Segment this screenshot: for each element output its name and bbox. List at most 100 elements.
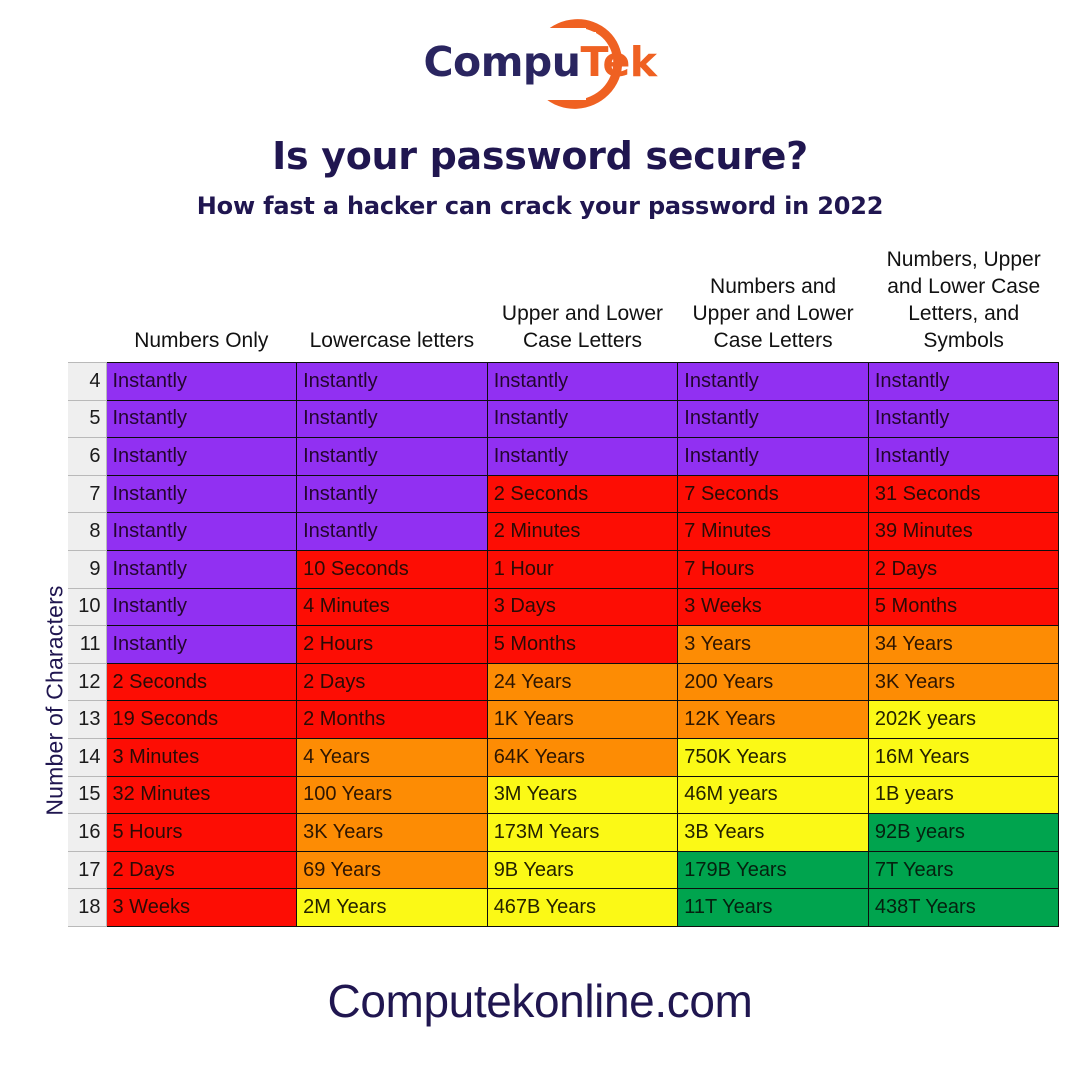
crack-time-cell: 179B Years (677, 850, 869, 890)
crack-time-cell: 2 Months (296, 700, 488, 739)
crack-time-cell: 3M Years (486, 775, 679, 815)
crack-time-cell: Instantly (105, 587, 298, 627)
table-row: 10 Instantly 4 Minutes 3 Days 3 Weeks 5 Month… (68, 587, 1060, 627)
crack-time-cell: 3 Minutes (105, 737, 298, 777)
table-row: 18 3 Weeks 2M Years 467B Years 11T Years 438T… (68, 888, 1060, 927)
row-header-char-count: 12 (68, 662, 107, 702)
column-header-upper-lower-case-letters: Upper and Lower Case Letters (487, 246, 678, 363)
crack-time-cell: 3 Weeks (105, 888, 298, 927)
crack-time-cell: 4 Minutes (296, 587, 488, 627)
footer-website: Computekonline.com (327, 975, 753, 1027)
crack-time-cell: Instantly (105, 399, 298, 439)
row-header-char-count: 5 (68, 399, 107, 439)
table-row: 5 Instantly Instantly Instantly Instantly Ins… (68, 399, 1060, 439)
crack-time-cell: 16M Years (867, 737, 1060, 777)
crack-time-cell: 173M Years (486, 813, 679, 852)
column-header-numbers-upper-lower-case-letters: Numbers and Upper and Lower Case Letters (677, 246, 869, 363)
crack-time-cell: 2M Years (296, 888, 488, 927)
crack-time-cell: 9B Years (486, 850, 679, 890)
crack-time-cell: 69 Years (296, 850, 488, 890)
crack-time-cell: Instantly (486, 399, 679, 439)
crack-time-cell: 2 Days (867, 549, 1060, 589)
crack-time-cell: 467B Years (486, 888, 679, 927)
crack-time-cell: Instantly (677, 399, 869, 439)
logo-wordmark: CompuTek (410, 38, 670, 86)
row-header-char-count: 14 (68, 737, 107, 777)
crack-time-cell: 64K Years (486, 737, 679, 777)
page-title: Is your password secure? (272, 134, 808, 178)
crack-time-cell: 92B years (867, 813, 1060, 852)
logo-text-compu: Compu (423, 38, 581, 86)
crack-time-cell: 19 Seconds (105, 700, 298, 739)
crack-time-cell: 7 Seconds (677, 474, 869, 514)
crack-time-cell: Instantly (296, 437, 488, 476)
password-crack-time-table: Numbers Only Lowercase letters Upper and… (68, 246, 1060, 927)
crack-time-cell: Instantly (105, 474, 298, 514)
table-row: 9 Instantly 10 Seconds 1 Hour 7 Hours 2 Days (68, 549, 1060, 589)
crack-time-cell: 24 Years (486, 662, 679, 702)
crack-time-cell: 2 Seconds (486, 474, 679, 514)
crack-time-cell: 32 Minutes (105, 775, 298, 815)
crack-time-cell: 5 Hours (105, 813, 298, 852)
crack-time-cell: Instantly (296, 474, 488, 514)
crack-time-cell: 34 Years (867, 625, 1060, 664)
table-body: 4 Instantly Instantly Instantly Instantly Ins… (68, 362, 1060, 927)
table-row: 11 Instantly 2 Hours 5 Months 3 Years 34 Year… (68, 625, 1060, 664)
row-header-char-count: 9 (68, 549, 107, 589)
crack-time-cell: Instantly (296, 512, 488, 551)
crack-time-cell: 5 Months (486, 625, 679, 664)
crack-time-cell: Instantly (296, 399, 488, 439)
crack-time-cell: 750K Years (677, 737, 869, 777)
table-row: 12 2 Seconds 2 Days 24 Years 200 Years 3K Yea… (68, 662, 1060, 702)
table-row: 14 3 Minutes 4 Years 64K Years 750K Years 16M… (68, 737, 1060, 777)
column-header-lowercase-letters: Lowercase letters (296, 246, 488, 363)
row-header-char-count: 4 (68, 362, 107, 401)
y-axis-label: Number of Characters (41, 585, 68, 816)
crack-time-cell: 2 Days (296, 662, 488, 702)
crack-time-cell: 11T Years (677, 888, 869, 927)
crack-time-cell: 2 Hours (296, 625, 488, 664)
crack-time-cell: 202K years (867, 700, 1060, 739)
row-header-char-count: 13 (68, 700, 107, 739)
crack-time-cell: 3K Years (867, 662, 1060, 702)
crack-time-cell: Instantly (486, 362, 679, 401)
brand-logo: CompuTek (0, 14, 1080, 114)
crack-time-cell: Instantly (105, 512, 298, 551)
crack-time-cell: Instantly (867, 362, 1060, 401)
crack-time-cell: 100 Years (296, 775, 488, 815)
crack-time-cell: Instantly (296, 362, 488, 401)
logo-text-tek: Tek (580, 38, 657, 86)
row-header-char-count: 8 (68, 512, 107, 551)
crack-time-cell: 5 Months (867, 587, 1060, 627)
column-header-numbers-only: Numbers Only (106, 246, 297, 363)
crack-time-cell: 4 Years (296, 737, 488, 777)
row-header-char-count: 17 (68, 850, 107, 890)
crack-time-cell: Instantly (105, 549, 298, 589)
crack-time-cell: 10 Seconds (296, 549, 488, 589)
row-header-char-count: 18 (68, 888, 107, 927)
crack-time-cell: Instantly (105, 362, 298, 401)
crack-time-cell: 2 Days (105, 850, 298, 890)
crack-time-cell: 1 Hour (486, 549, 679, 589)
crack-time-cell: 46M years (677, 775, 869, 815)
crack-time-cell: Instantly (105, 437, 298, 476)
crack-time-cell: 7 Hours (677, 549, 869, 589)
crack-time-cell: Instantly (867, 437, 1060, 476)
row-header-char-count: 15 (68, 775, 107, 815)
crack-time-cell: 3B Years (677, 813, 869, 852)
row-header-char-count: 16 (68, 813, 107, 852)
column-header-numbers-upper-lower-symbols: Numbers, Upper and Lower Case Letters, a… (868, 246, 1059, 363)
row-header-char-count: 6 (68, 437, 107, 476)
logo-wrap: CompuTek (410, 18, 670, 110)
crack-time-cell: 7T Years (867, 850, 1060, 890)
crack-time-cell: 438T Years (867, 888, 1060, 927)
crack-time-cell: Instantly (677, 362, 869, 401)
crack-time-cell: 3 Weeks (677, 587, 869, 627)
crack-time-cell: Instantly (677, 437, 869, 476)
table-head: Numbers Only Lowercase letters Upper and… (68, 246, 1059, 363)
crack-time-cell: Instantly (105, 625, 298, 664)
table-row: 7 Instantly Instantly 2 Seconds 7 Seconds 31 … (68, 474, 1060, 514)
table-row: 17 2 Days 69 Years 9B Years 179B Years 7T Yea… (68, 850, 1060, 890)
table-row: 6 Instantly Instantly Instantly Instantly Ins… (68, 437, 1060, 476)
table-row: 16 5 Hours 3K Years 173M Years 3B Years 92B y… (68, 813, 1060, 852)
